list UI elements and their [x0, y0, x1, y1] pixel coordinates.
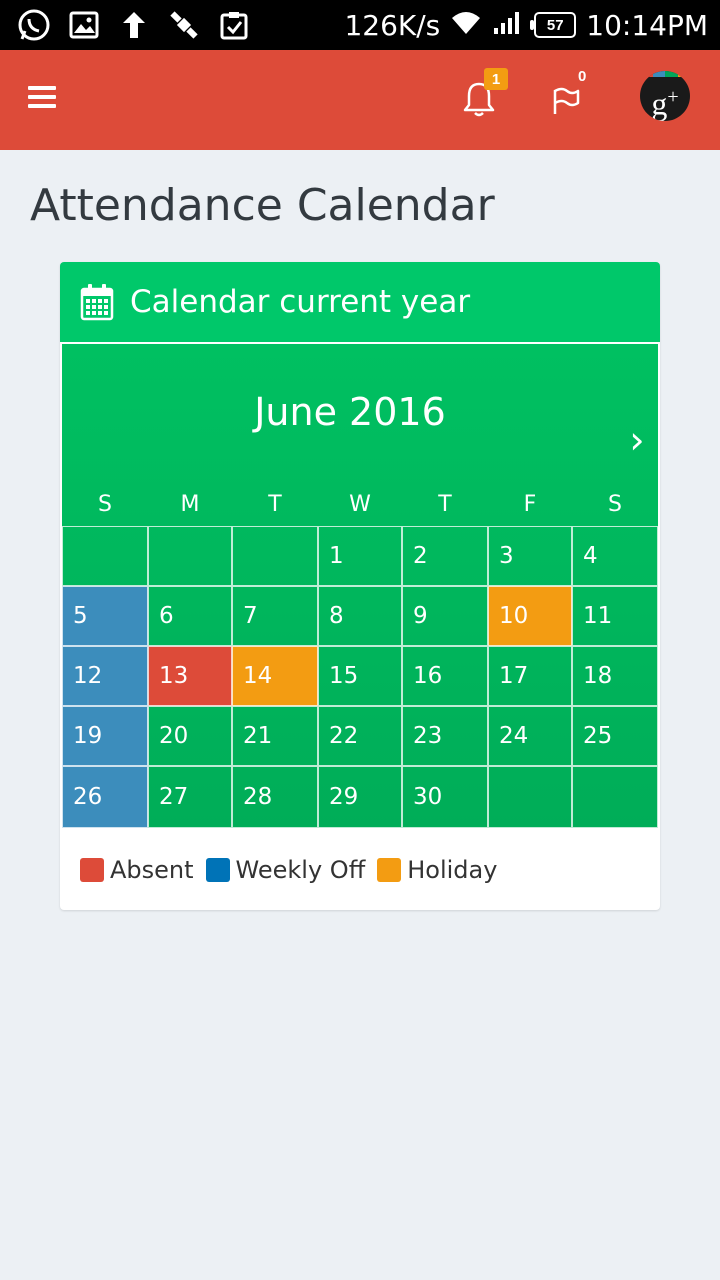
status-bar-notifications	[16, 7, 252, 43]
weekday-header: SMTWTFS	[62, 492, 658, 526]
calendar-day[interactable]: 16	[402, 646, 488, 706]
calendar-empty-cell	[232, 526, 318, 586]
gallery-icon	[66, 7, 102, 43]
calendar-day[interactable]: 26	[62, 766, 148, 828]
calendar-day[interactable]: 12	[62, 646, 148, 706]
calendar-icon	[80, 284, 114, 321]
calendar-day[interactable]: 30	[402, 766, 488, 828]
calendar-day[interactable]: 5	[62, 586, 148, 646]
box-title: Calendar current year	[130, 284, 471, 320]
calendar-day[interactable]: 19	[62, 706, 148, 766]
clipboard-check-icon	[216, 7, 252, 43]
notifications-badge: 1	[484, 68, 508, 90]
satellite-icon	[166, 7, 202, 43]
calendar-empty-cell	[148, 526, 232, 586]
flag-icon	[553, 87, 580, 114]
calendar-day[interactable]: 1	[318, 526, 402, 586]
calendar-day[interactable]: 23	[402, 706, 488, 766]
hamburger-icon-bar	[28, 104, 56, 108]
legend-item: Absent	[80, 856, 194, 884]
calendar-day[interactable]: 15	[318, 646, 402, 706]
weekday-label: T	[268, 492, 282, 517]
hamburger-icon-bar	[28, 95, 56, 99]
legend-swatch	[377, 858, 402, 882]
weekday-label: F	[523, 492, 537, 517]
legend: Absent Weekly Off Holiday	[80, 856, 509, 884]
calendar-day[interactable]: 18	[572, 646, 658, 706]
clock: 10:14PM	[586, 8, 708, 42]
legend-swatch	[80, 858, 104, 882]
box-header: Calendar current year	[60, 262, 660, 342]
legend-item: Weekly Off	[205, 856, 366, 884]
network-speed: 126K/s	[344, 8, 441, 42]
calendar-empty-cell	[62, 526, 148, 586]
whatsapp-icon	[16, 7, 52, 43]
calendar-day[interactable]: 7	[232, 586, 318, 646]
menu-button[interactable]	[28, 86, 56, 114]
weekday-label: S	[608, 492, 622, 517]
app-bar: 1 0 g+	[0, 50, 720, 150]
calendar-day[interactable]: 9	[402, 586, 488, 646]
legend-label: Weekly Off	[235, 856, 366, 884]
battery-icon: 57	[530, 12, 577, 38]
calendar-day[interactable]: 29	[318, 766, 402, 828]
calendar-day[interactable]: 13	[148, 646, 232, 706]
calendar-day[interactable]: 14	[232, 646, 318, 706]
weekday-label: S	[98, 492, 112, 517]
calendar-day[interactable]: 17	[488, 646, 572, 706]
hamburger-icon	[28, 86, 56, 90]
calendar-day[interactable]: 28	[232, 766, 318, 828]
calendar-day[interactable]: 3	[488, 526, 572, 586]
calendar-empty-cell	[488, 766, 572, 828]
weekday-label: W	[349, 492, 371, 517]
status-bar: 126K/s 57 10:14PM	[0, 0, 720, 50]
calendar-day[interactable]: 22	[318, 706, 402, 766]
month-title: June 2016	[254, 390, 446, 434]
flags-badge: 0	[578, 68, 587, 85]
calendar: June 2016 › SMTWTFS 1 2 3 4 5 6 7 8 9 10 11 12 13 14 1…	[62, 344, 658, 828]
upload-icon	[116, 7, 152, 43]
calendar-day[interactable]: 10	[488, 586, 572, 646]
google-plus-avatar[interactable]: g+	[640, 71, 690, 121]
calendar-day[interactable]: 4	[572, 526, 658, 586]
calendar-grid: 1 2 3 4 5 6 7 8 9 10 11 12 13 14 15 16 17 18 19 20 21 22 23 24 2…	[62, 526, 658, 828]
calendar-box: Calendar current year June 2016 › S M T W T F…	[60, 262, 660, 910]
calendar-empty-cell	[572, 766, 658, 828]
calendar-day[interactable]: 6	[148, 586, 232, 646]
flags-button[interactable]	[550, 84, 584, 118]
legend-label: Holiday	[407, 856, 498, 884]
calendar-day[interactable]: 20	[148, 706, 232, 766]
weekday-label: T	[438, 492, 452, 517]
status-bar-system: 126K/s 57 10:14PM	[344, 0, 708, 50]
next-month-button[interactable]: ›	[622, 418, 652, 462]
calendar-day[interactable]: 8	[318, 586, 402, 646]
wifi-icon	[450, 10, 482, 41]
google-plus-icon: g+	[651, 85, 679, 121]
calendar-day[interactable]: 11	[572, 586, 658, 646]
legend-swatch	[205, 858, 230, 882]
weekday-label: M	[180, 492, 200, 517]
calendar-day[interactable]: 2	[402, 526, 488, 586]
calendar-day[interactable]: 27	[148, 766, 232, 828]
calendar-day[interactable]: 25	[572, 706, 658, 766]
signal-icon	[492, 10, 524, 41]
legend-item: Holiday	[377, 856, 497, 884]
legend-label: Absent	[110, 856, 194, 884]
page-title: Attendance Calendar	[30, 180, 495, 231]
calendar-day[interactable]: 24	[488, 706, 572, 766]
calendar-day[interactable]: 21	[232, 706, 318, 766]
